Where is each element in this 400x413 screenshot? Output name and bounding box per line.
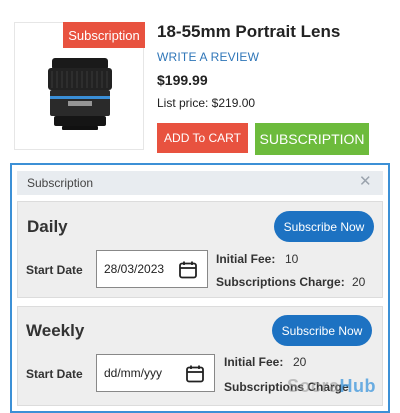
start-date-input[interactable]: dd/mm/yyy bbox=[96, 354, 215, 392]
start-date-input[interactable]: 28/03/2023 bbox=[96, 250, 208, 288]
product-price: $199.99 bbox=[157, 72, 208, 88]
start-date-value: 28/03/2023 bbox=[104, 262, 165, 276]
subscription-button[interactable]: SUBSCRIPTION bbox=[255, 123, 369, 155]
panel-title: Subscription bbox=[27, 176, 94, 190]
initial-fee-label: Initial Fee: bbox=[216, 252, 276, 266]
close-icon[interactable]: ✕ bbox=[359, 174, 372, 190]
plan-name: Weekly bbox=[26, 321, 85, 340]
plan-name: Daily bbox=[27, 217, 68, 236]
watermark-logo: SocraHub bbox=[287, 376, 376, 397]
subscription-badge: Subscription bbox=[63, 22, 145, 48]
initial-fee-label: Initial Fee: bbox=[224, 355, 284, 369]
calendar-icon[interactable] bbox=[178, 260, 198, 280]
camera-lens-image bbox=[48, 58, 112, 130]
add-to-cart-button[interactable]: ADD To CART bbox=[157, 123, 248, 153]
watermark-part-1: Socra bbox=[287, 376, 340, 396]
start-date-value: dd/mm/yyy bbox=[104, 366, 163, 380]
subscribe-now-button[interactable]: Subscribe Now bbox=[272, 315, 372, 346]
subscriptions-charge-label: Subscriptions Charge: bbox=[216, 275, 345, 289]
product-title: 18-55mm Portrait Lens bbox=[157, 22, 341, 41]
initial-fee-value: 20 bbox=[293, 355, 307, 369]
write-review-link[interactable]: WRITE A REVIEW bbox=[157, 50, 259, 64]
initial-fee-value: 10 bbox=[285, 252, 299, 266]
list-price: List price: $219.00 bbox=[157, 96, 256, 110]
subscribe-now-button[interactable]: Subscribe Now bbox=[274, 211, 374, 242]
watermark-part-2: Hub bbox=[339, 376, 377, 396]
start-date-label: Start Date bbox=[26, 367, 83, 381]
subscriptions-charge-value: 20 bbox=[352, 275, 366, 289]
calendar-icon[interactable] bbox=[185, 364, 205, 384]
start-date-label: Start Date bbox=[26, 263, 83, 277]
